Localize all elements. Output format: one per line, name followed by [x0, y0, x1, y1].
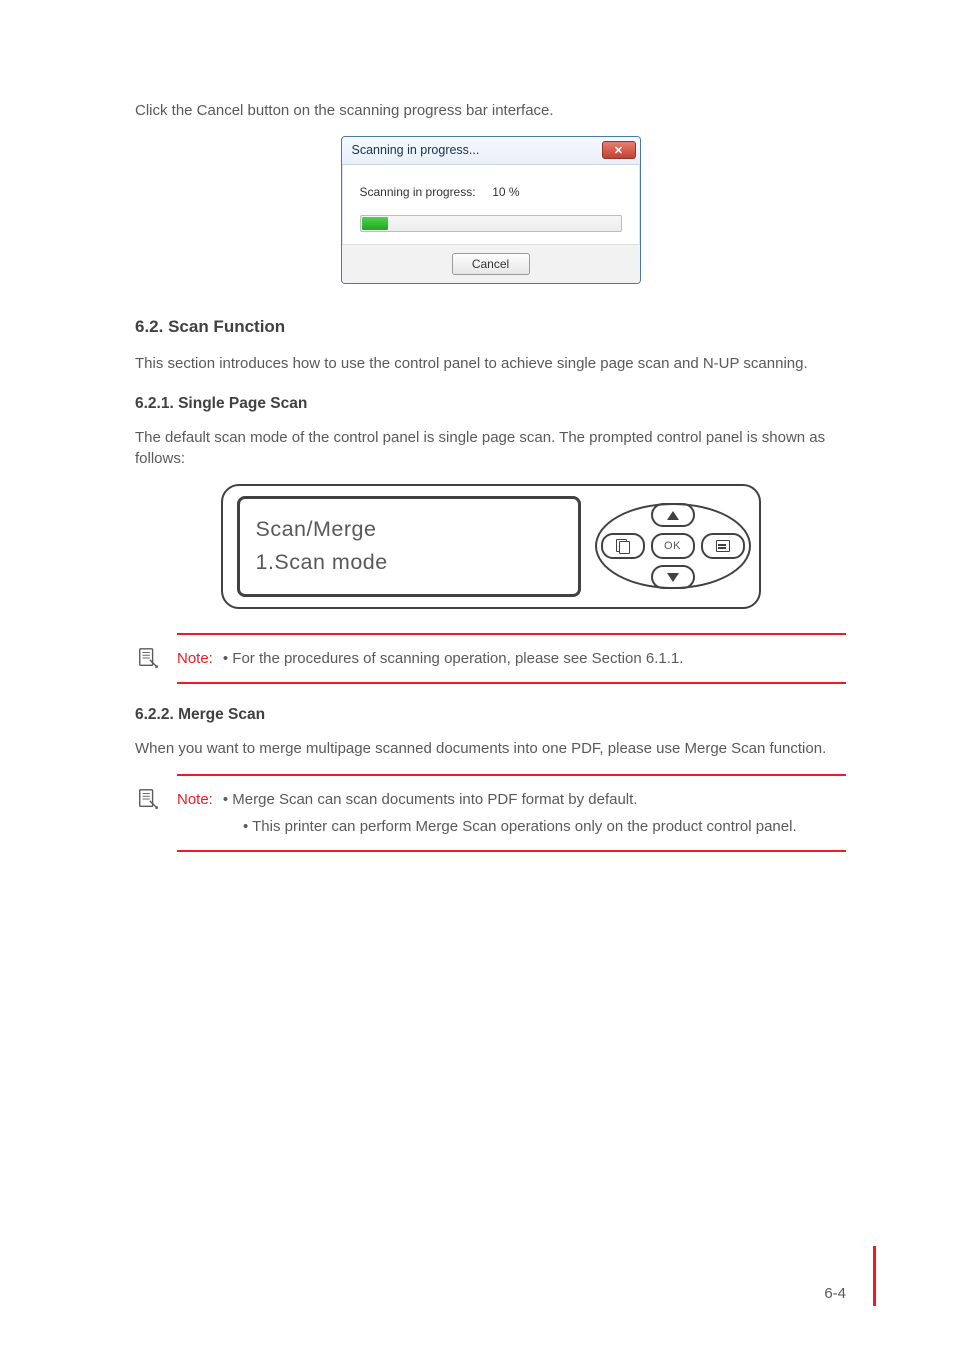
progress-bar — [360, 215, 622, 232]
intro-paragraph: Click the Cancel button on the scanning … — [135, 100, 846, 122]
lcd-screen: Scan/Merge 1.Scan mode — [237, 496, 581, 597]
note-line-1: • Merge Scan can scan documents into PDF… — [223, 788, 638, 811]
triangle-down-icon — [667, 573, 679, 582]
page-number: 6-4 — [824, 1285, 846, 1302]
lcd-line-2: 1.Scan mode — [256, 546, 562, 579]
scan-icon — [716, 539, 730, 553]
page-accent-bar — [873, 1246, 876, 1306]
down-button[interactable] — [651, 565, 695, 589]
progress-dialog: Scanning in progress... ✕ Scanning in pr… — [341, 136, 641, 284]
progress-fill — [362, 217, 388, 230]
ok-label: OK — [664, 540, 681, 552]
close-icon: ✕ — [614, 144, 623, 157]
para-6-2-2: When you want to merge multipage scanned… — [135, 738, 846, 760]
heading-6-2: 6.2. Scan Function — [135, 317, 846, 337]
progress-label: Scanning in progress: 10 % — [360, 185, 520, 199]
copy-icon — [616, 539, 630, 553]
note-label: Note: — [177, 788, 213, 811]
triangle-up-icon — [667, 511, 679, 520]
dialog-title: Scanning in progress... — [352, 143, 480, 157]
dialog-close-button[interactable]: ✕ — [602, 141, 636, 159]
note-text: • For the procedures of scanning operati… — [223, 647, 684, 670]
note-block-1: Note: • For the procedures of scanning o… — [177, 633, 846, 684]
control-buttons: OK — [601, 503, 745, 589]
scan-button[interactable] — [701, 533, 745, 559]
note-line-2: • This printer can perform Merge Scan op… — [243, 815, 846, 838]
ok-button[interactable]: OK — [651, 533, 695, 559]
copy-button[interactable] — [601, 533, 645, 559]
control-panel: Scan/Merge 1.Scan mode OK — [221, 484, 761, 609]
para-6-2: This section introduces how to use the c… — [135, 353, 846, 375]
heading-6-2-2: 6.2.2. Merge Scan — [135, 706, 846, 724]
cancel-button[interactable]: Cancel — [452, 253, 530, 275]
note-icon — [137, 788, 159, 810]
lcd-line-1: Scan/Merge — [256, 513, 562, 546]
note-label: Note: — [177, 647, 213, 670]
heading-6-2-1: 6.2.1. Single Page Scan — [135, 395, 846, 413]
note-block-2: Note: • Merge Scan can scan documents in… — [177, 774, 846, 853]
para-6-2-1: The default scan mode of the control pan… — [135, 427, 846, 471]
up-button[interactable] — [651, 503, 695, 527]
note-icon — [137, 647, 159, 669]
